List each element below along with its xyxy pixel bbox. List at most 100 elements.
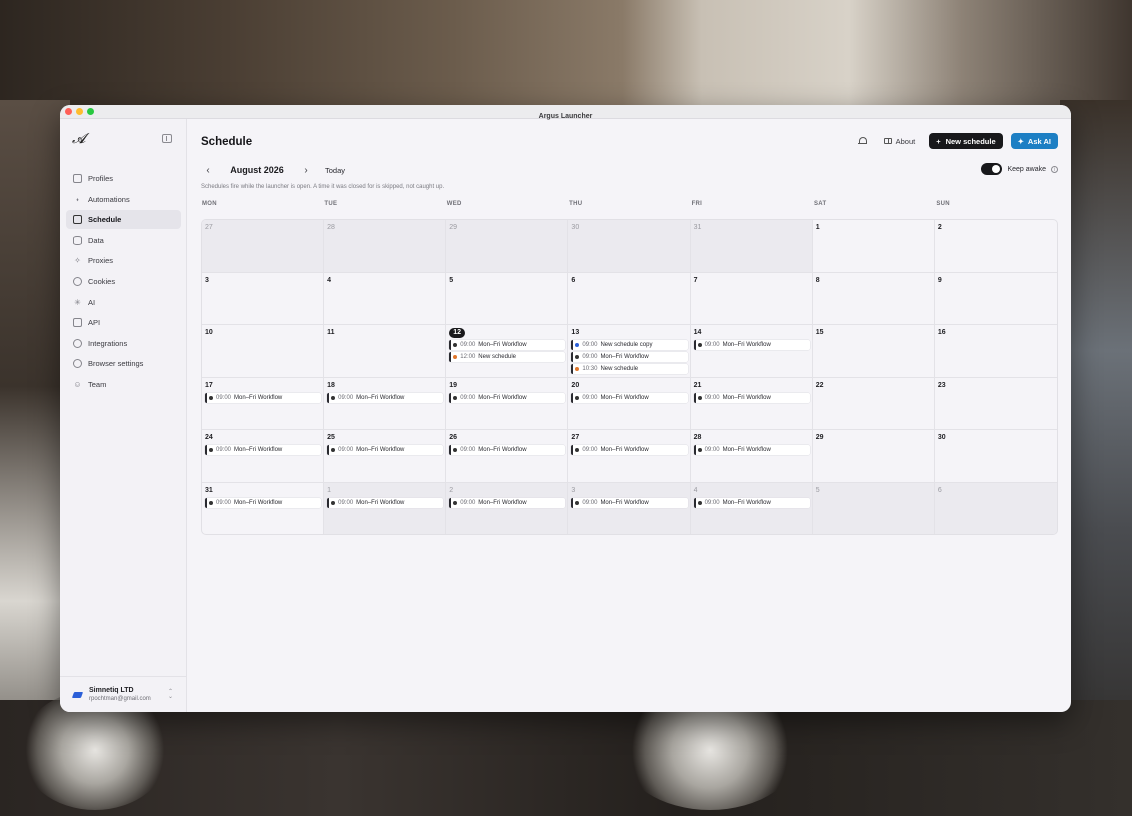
bell-icon[interactable] — [856, 134, 870, 148]
schedule-event[interactable]: 09:00 Mon–Fri Workflow — [693, 392, 810, 403]
calendar-day-cell[interactable]: 13 09:00 New schedule copy 09:00 Mon–Fri Wor… — [568, 325, 691, 377]
sidebar-item-integrations[interactable]: Integrations — [66, 334, 181, 353]
schedule-event[interactable]: 09:00 Mon–Fri Workflow — [449, 340, 566, 350]
calendar-day-cell[interactable]: 14 09:00 Mon–Fri Workflow — [691, 325, 813, 377]
sidebar-item-profiles[interactable]: Profiles — [66, 169, 181, 188]
schedule-event[interactable]: 09:00 Mon–Fri Workflow — [449, 392, 566, 403]
calendar-day-cell[interactable]: 6 — [568, 272, 691, 324]
calendar-day-cell[interactable]: 23 — [935, 378, 1057, 430]
sidebar-item-team[interactable]: ☺ Team — [66, 375, 181, 394]
schedule-event[interactable]: 12:00 New schedule — [449, 352, 566, 362]
calendar-day-cell[interactable]: 17 09:00 Mon–Fri Workflow — [202, 377, 325, 429]
schedule-event[interactable]: 09:00 Mon–Fri Workflow — [693, 497, 810, 508]
day-number: 17 — [205, 381, 213, 389]
schedule-event[interactable]: 09:00 Mon–Fri Workflow — [205, 445, 322, 455]
calendar-day-cell[interactable]: 30 — [935, 430, 1057, 482]
calendar-day-cell[interactable]: 30 — [568, 220, 691, 272]
calendar-day-cell[interactable]: 16 — [935, 325, 1057, 377]
schedule-event[interactable]: 09:00 Mon–Fri Workflow — [693, 340, 810, 350]
schedule-event[interactable]: 09:00 Mon–Fri Workflow — [693, 445, 810, 455]
ask-ai-button[interactable]: ✦ Ask AI — [1010, 133, 1058, 149]
app-window: Argus Launcher 𝓐 Profiles ⬪ Automations Sch… — [60, 105, 1071, 712]
calendar-day-cell[interactable]: 20 09:00 Mon–Fri Workflow — [568, 377, 691, 429]
calendar-day-cell[interactable]: 26 09:00 Mon–Fri Workflow — [446, 430, 569, 482]
calendar-day-cell[interactable]: 31 09:00 Mon–Fri Workflow — [202, 482, 325, 534]
day-number: 27 — [571, 434, 580, 441]
calendar-day-cell[interactable]: 6 — [934, 482, 1057, 534]
main-content: Schedule About + New schedule ✦ Ask AI ‹… — [201, 119, 1071, 712]
org-logo-icon — [71, 691, 84, 698]
calendar-day-cell[interactable]: 25 09:00 Mon–Fri Workflow — [324, 430, 447, 482]
calendar-day-cell[interactable]: 21 09:00 Mon–Fri Workflow — [691, 377, 813, 429]
calendar-day-cell[interactable]: 5 — [812, 482, 935, 534]
day-number-row: 18 — [327, 381, 443, 391]
calendar-day-cell[interactable]: 3 — [202, 272, 325, 324]
calendar-day-cell[interactable]: 12 09:00 Mon–Fri Workflow 12:00 New schedule — [446, 325, 569, 377]
calendar-day-cell[interactable]: 22 — [813, 377, 935, 429]
previous-month-button[interactable]: ‹ — [201, 165, 215, 176]
sidebar-item-ai[interactable]: ✳ AI — [66, 293, 181, 312]
sidebar-item-browser-settings[interactable]: Browser settings — [66, 354, 181, 373]
event-name: Mon–Fri Workflow — [356, 447, 405, 453]
schedule-event[interactable]: 10:30 New schedule — [571, 364, 688, 374]
calendar-day-cell[interactable]: 18 09:00 Mon–Fri Workflow — [324, 377, 447, 429]
calendar-day-cell[interactable]: 2 09:00 Mon–Fri Workflow — [446, 482, 569, 534]
calendar-day-cell[interactable]: 27 — [202, 220, 325, 272]
sidebar-item-cookies[interactable]: Cookies — [66, 272, 181, 291]
schedule-event[interactable]: 09:00 Mon–Fri Workflow — [571, 352, 688, 362]
maximize-window-button[interactable] — [87, 108, 94, 115]
close-window-button[interactable] — [65, 108, 72, 115]
calendar-day-cell[interactable]: 2 — [935, 220, 1057, 272]
calendar-day-cell[interactable]: 10 — [202, 325, 325, 377]
event-dot-icon — [453, 355, 458, 359]
calendar-day-cell[interactable]: 9 — [935, 273, 1057, 325]
keep-awake-toggle[interactable] — [981, 163, 1003, 175]
schedule-event[interactable]: 09:00 Mon–Fri Workflow — [571, 392, 688, 403]
calendar-day-cell[interactable]: 28 — [324, 220, 447, 272]
event-name: Mon–Fri Workflow — [722, 499, 771, 506]
sidebar-item-proxies[interactable]: ✧ Proxies — [66, 251, 181, 270]
sidebar-item-api[interactable]: API — [66, 313, 181, 332]
calendar-week: 27 28 29 30 31 1 2 — [202, 220, 1057, 273]
event-time: 09:00 — [338, 499, 354, 506]
collapse-sidebar-icon[interactable] — [162, 134, 172, 143]
schedule-event[interactable]: 09:00 Mon–Fri Workflow — [327, 445, 444, 455]
calendar-day-cell[interactable]: 7 — [691, 272, 813, 324]
minimize-window-button[interactable] — [76, 108, 83, 115]
calendar-day-cell[interactable]: 5 — [446, 272, 569, 324]
schedule-event[interactable]: 09:00 New schedule copy — [571, 340, 688, 350]
calendar-day-cell[interactable]: 15 — [813, 325, 935, 377]
calendar-day-cell[interactable]: 28 09:00 Mon–Fri Workflow — [691, 430, 813, 482]
today-button[interactable]: Today — [325, 166, 345, 175]
calendar-day-cell[interactable]: 29 — [446, 220, 569, 272]
schedule-event[interactable]: 09:00 Mon–Fri Workflow — [327, 392, 444, 403]
about-button[interactable]: About — [878, 133, 922, 149]
calendar-day-cell[interactable]: 4 — [324, 272, 447, 324]
schedule-event[interactable]: 09:00 Mon–Fri Workflow — [449, 445, 566, 455]
calendar-day-cell[interactable]: 4 09:00 Mon–Fri Workflow — [690, 482, 813, 534]
calendar-day-cell[interactable]: 1 09:00 Mon–Fri Workflow — [324, 482, 447, 534]
sidebar-item-automations[interactable]: ⬪ Automations — [66, 190, 181, 209]
sidebar-item-data[interactable]: Data — [66, 231, 181, 250]
schedule-event[interactable]: 09:00 Mon–Fri Workflow — [571, 497, 688, 508]
calendar-day-cell[interactable]: 27 09:00 Mon–Fri Workflow — [568, 430, 691, 482]
calendar-day-cell[interactable]: 19 09:00 Mon–Fri Workflow — [446, 377, 569, 429]
calendar-day-cell[interactable]: 11 — [324, 325, 447, 377]
schedule-event[interactable]: 09:00 Mon–Fri Workflow — [449, 497, 566, 508]
schedule-event[interactable]: 09:00 Mon–Fri Workflow — [205, 497, 322, 508]
account-switcher[interactable]: Simnetiq LTD rpochtman@gmail.com ⌃ ⌄ — [60, 676, 187, 712]
calendar-day-cell[interactable]: 1 — [813, 220, 935, 272]
sidebar-item-schedule[interactable]: Schedule — [66, 210, 181, 230]
calendar-day-cell[interactable]: 8 — [813, 272, 935, 324]
new-schedule-button[interactable]: + New schedule — [929, 133, 1003, 149]
next-month-button[interactable]: › — [299, 165, 313, 176]
schedule-event[interactable]: 09:00 Mon–Fri Workflow — [205, 392, 322, 403]
calendar-day-cell[interactable]: 24 09:00 Mon–Fri Workflow — [202, 430, 325, 482]
schedule-event[interactable]: 09:00 Mon–Fri Workflow — [327, 497, 444, 508]
info-icon[interactable]: i — [1051, 165, 1058, 173]
calendar-day-cell[interactable]: 3 09:00 Mon–Fri Workflow — [568, 482, 691, 534]
calendar-day-cell[interactable]: 29 — [813, 430, 935, 482]
event-dot-icon — [697, 500, 702, 505]
schedule-event[interactable]: 09:00 Mon–Fri Workflow — [571, 445, 688, 455]
calendar-day-cell[interactable]: 31 — [690, 220, 813, 272]
